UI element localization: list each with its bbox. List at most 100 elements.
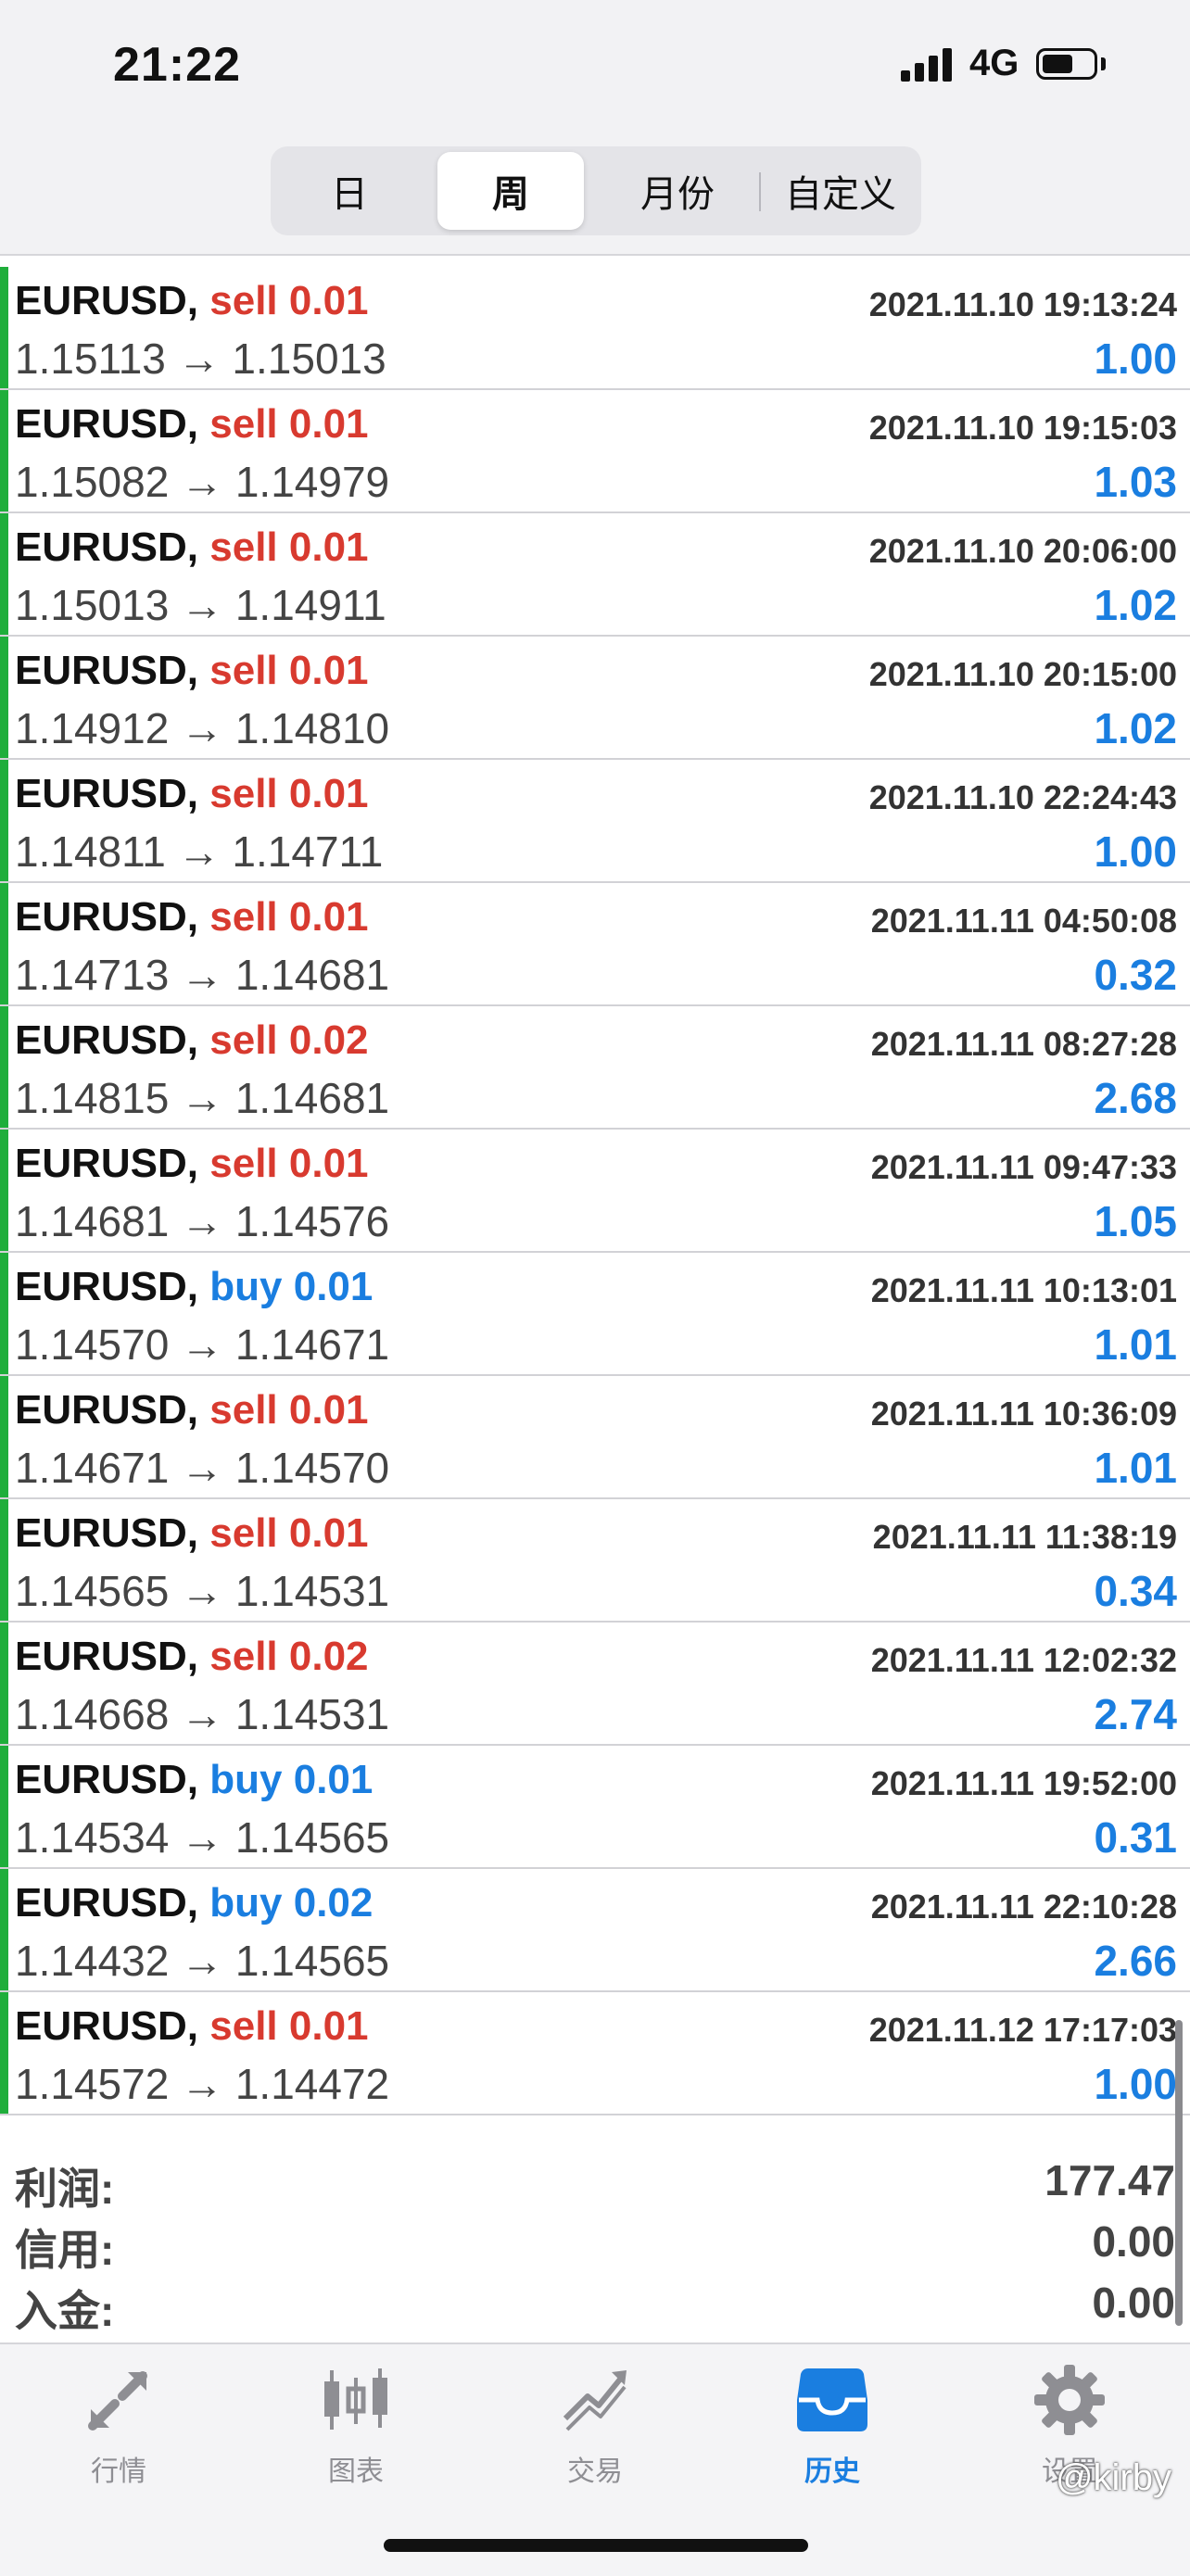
deal-side: buy (209, 1757, 283, 1802)
deal-row[interactable]: EURUSD, buy 0.01 2021.11.11 10:13:01 1.145… (0, 1253, 1190, 1376)
deal-symbol: EURUSD, (15, 1880, 199, 1926)
deal-marker (0, 1376, 8, 1497)
deal-title: EURUSD, sell 0.01 (15, 278, 369, 324)
deal-side: sell (209, 2003, 278, 2049)
deal-row[interactable]: EURUSD, buy 0.01 2021.11.11 19:52:00 1.145… (0, 1746, 1190, 1869)
deal-marker (0, 1992, 8, 2114)
deal-symbol: EURUSD, (15, 1387, 199, 1433)
bottom-tab-bar: 行情 图表 交易 历史 设置 (0, 2342, 1190, 2576)
deal-profit: 2.66 (1094, 1937, 1177, 1985)
deal-profit: 2.68 (1094, 1074, 1177, 1122)
deal-row[interactable]: EURUSD, buy 0.02 2021.11.11 22:10:28 1.144… (0, 1869, 1190, 1992)
deal-row[interactable]: EURUSD, sell 0.01 2021.11.12 17:17:03 1.14… (0, 1992, 1190, 2115)
tab-custom[interactable]: 自定义 (767, 152, 914, 230)
tab-label: 图表 (328, 2456, 384, 2487)
deal-side: buy (209, 1264, 283, 1309)
deal-side: sell (209, 278, 278, 323)
deal-title: EURUSD, buy 0.01 (15, 1264, 373, 1310)
deal-volume: 0.01 (288, 1141, 369, 1186)
home-indicator (384, 2539, 808, 2552)
deal-side: sell (209, 648, 278, 693)
deal-volume: 0.01 (288, 648, 369, 693)
deal-title: EURUSD, sell 0.02 (15, 1634, 369, 1680)
deal-marker (0, 883, 8, 1004)
deal-row[interactable]: EURUSD, sell 0.01 2021.11.11 04:50:08 1.14… (0, 883, 1190, 1006)
deal-volume: 0.01 (288, 1387, 369, 1433)
deal-prices: 1.14681 → 1.14576 (15, 1197, 390, 1245)
deal-title: EURUSD, sell 0.01 (15, 771, 369, 817)
deal-row[interactable]: EURUSD, sell 0.02 2021.11.11 12:02:32 1.14… (0, 1623, 1190, 1746)
tab-week[interactable]: 周 (437, 152, 584, 230)
deal-row[interactable]: EURUSD, sell 0.01 2021.11.11 11:38:19 1.14… (0, 1499, 1190, 1623)
tab-quotes[interactable]: 行情 (44, 2363, 193, 2493)
quotes-arrows-icon (88, 2371, 147, 2431)
summary-label: 入金: (15, 2287, 115, 2335)
deal-volume: 0.02 (288, 1634, 369, 1679)
deal-time: 2021.11.11 04:50:08 (870, 902, 1177, 940)
deal-marker (0, 760, 8, 881)
deal-volume: 0.01 (288, 1510, 369, 1556)
deal-row[interactable]: EURUSD, sell 0.02 2021.11.11 08:27:28 1.14… (0, 1006, 1190, 1130)
tab-charts[interactable]: 图表 (282, 2363, 430, 2493)
deal-symbol: EURUSD, (15, 1264, 199, 1309)
period-header: 日 周 月份 自定义 (0, 139, 1190, 256)
deal-row[interactable]: EURUSD, sell 0.01 2021.11.10 19:13:24 1.15… (0, 267, 1190, 390)
deal-symbol: EURUSD, (15, 771, 199, 816)
watermark: @kirby (1055, 2457, 1171, 2498)
summary-panel: 利润: 177.47 信用: 0.00 入金: 0.00 (0, 2150, 1190, 2341)
deal-volume: 0.01 (288, 401, 369, 447)
deal-volume: 0.01 (293, 1264, 373, 1309)
deal-marker (0, 513, 8, 635)
tab-month[interactable]: 月份 (604, 152, 751, 230)
deal-time: 2021.11.11 12:02:32 (870, 1641, 1177, 1679)
deal-marker (0, 1253, 8, 1374)
deal-title: EURUSD, sell 0.01 (15, 648, 369, 694)
deal-marker (0, 637, 8, 758)
deal-profit: 1.02 (1094, 704, 1177, 752)
deal-profit: 2.74 (1094, 1690, 1177, 1738)
deal-row[interactable]: EURUSD, sell 0.01 2021.11.10 20:15:00 1.14… (0, 637, 1190, 760)
deal-row[interactable]: EURUSD, sell 0.01 2021.11.10 22:24:43 1.14… (0, 760, 1190, 883)
deal-time: 2021.11.10 19:13:24 (868, 285, 1177, 323)
deal-side: sell (209, 524, 278, 570)
deal-row[interactable]: EURUSD, sell 0.01 2021.11.10 19:15:03 1.15… (0, 390, 1190, 513)
deal-title: EURUSD, sell 0.01 (15, 1141, 369, 1187)
deal-prices: 1.14432 → 1.14565 (15, 1937, 390, 1985)
deal-side: sell (209, 894, 278, 940)
summary-value: 0.00 (1092, 2217, 1175, 2266)
deal-profit: 0.31 (1094, 1813, 1177, 1862)
deal-volume: 0.01 (288, 524, 369, 570)
deal-symbol: EURUSD, (15, 401, 199, 447)
deal-profit: 1.03 (1094, 458, 1177, 506)
battery-tip (1101, 57, 1106, 70)
deal-prices: 1.14815 → 1.14681 (15, 1074, 390, 1122)
deal-profit: 0.34 (1094, 1567, 1177, 1615)
tab-history[interactable]: 历史 (758, 2363, 906, 2493)
deal-symbol: EURUSD, (15, 524, 199, 570)
deal-row[interactable]: EURUSD, sell 0.01 2021.11.11 09:47:33 1.14… (0, 1130, 1190, 1253)
segment-divider (759, 172, 761, 211)
tab-day[interactable]: 日 (276, 152, 423, 230)
battery-icon (1036, 48, 1097, 80)
deal-row[interactable]: EURUSD, sell 0.01 2021.11.11 10:36:09 1.14… (0, 1376, 1190, 1499)
tab-label: 历史 (804, 2456, 860, 2487)
deal-profit: 0.32 (1094, 951, 1177, 999)
deal-profit: 1.00 (1094, 2060, 1177, 2108)
deal-symbol: EURUSD, (15, 1757, 199, 1802)
deal-symbol: EURUSD, (15, 648, 199, 693)
deal-title: EURUSD, sell 0.01 (15, 894, 369, 941)
deal-prices: 1.14572 → 1.14472 (15, 2060, 390, 2108)
status-bar: 21:22 4G (0, 0, 1190, 139)
deal-prices: 1.14534 → 1.14565 (15, 1813, 390, 1862)
deal-volume: 0.01 (288, 771, 369, 816)
tab-trade[interactable]: 交易 (521, 2363, 669, 2493)
deal-title: EURUSD, sell 0.01 (15, 1387, 369, 1433)
deal-marker (0, 1746, 8, 1867)
deal-profit: 1.01 (1094, 1444, 1177, 1492)
deal-title: EURUSD, sell 0.01 (15, 524, 369, 571)
summary-row-credit: 信用: 0.00 (0, 2211, 1190, 2274)
deal-row[interactable]: EURUSD, sell 0.01 2021.11.10 20:06:00 1.15… (0, 513, 1190, 637)
deal-marker (0, 1006, 8, 1128)
scrollbar[interactable] (1175, 2020, 1183, 2326)
deal-volume: 0.02 (288, 1017, 369, 1063)
